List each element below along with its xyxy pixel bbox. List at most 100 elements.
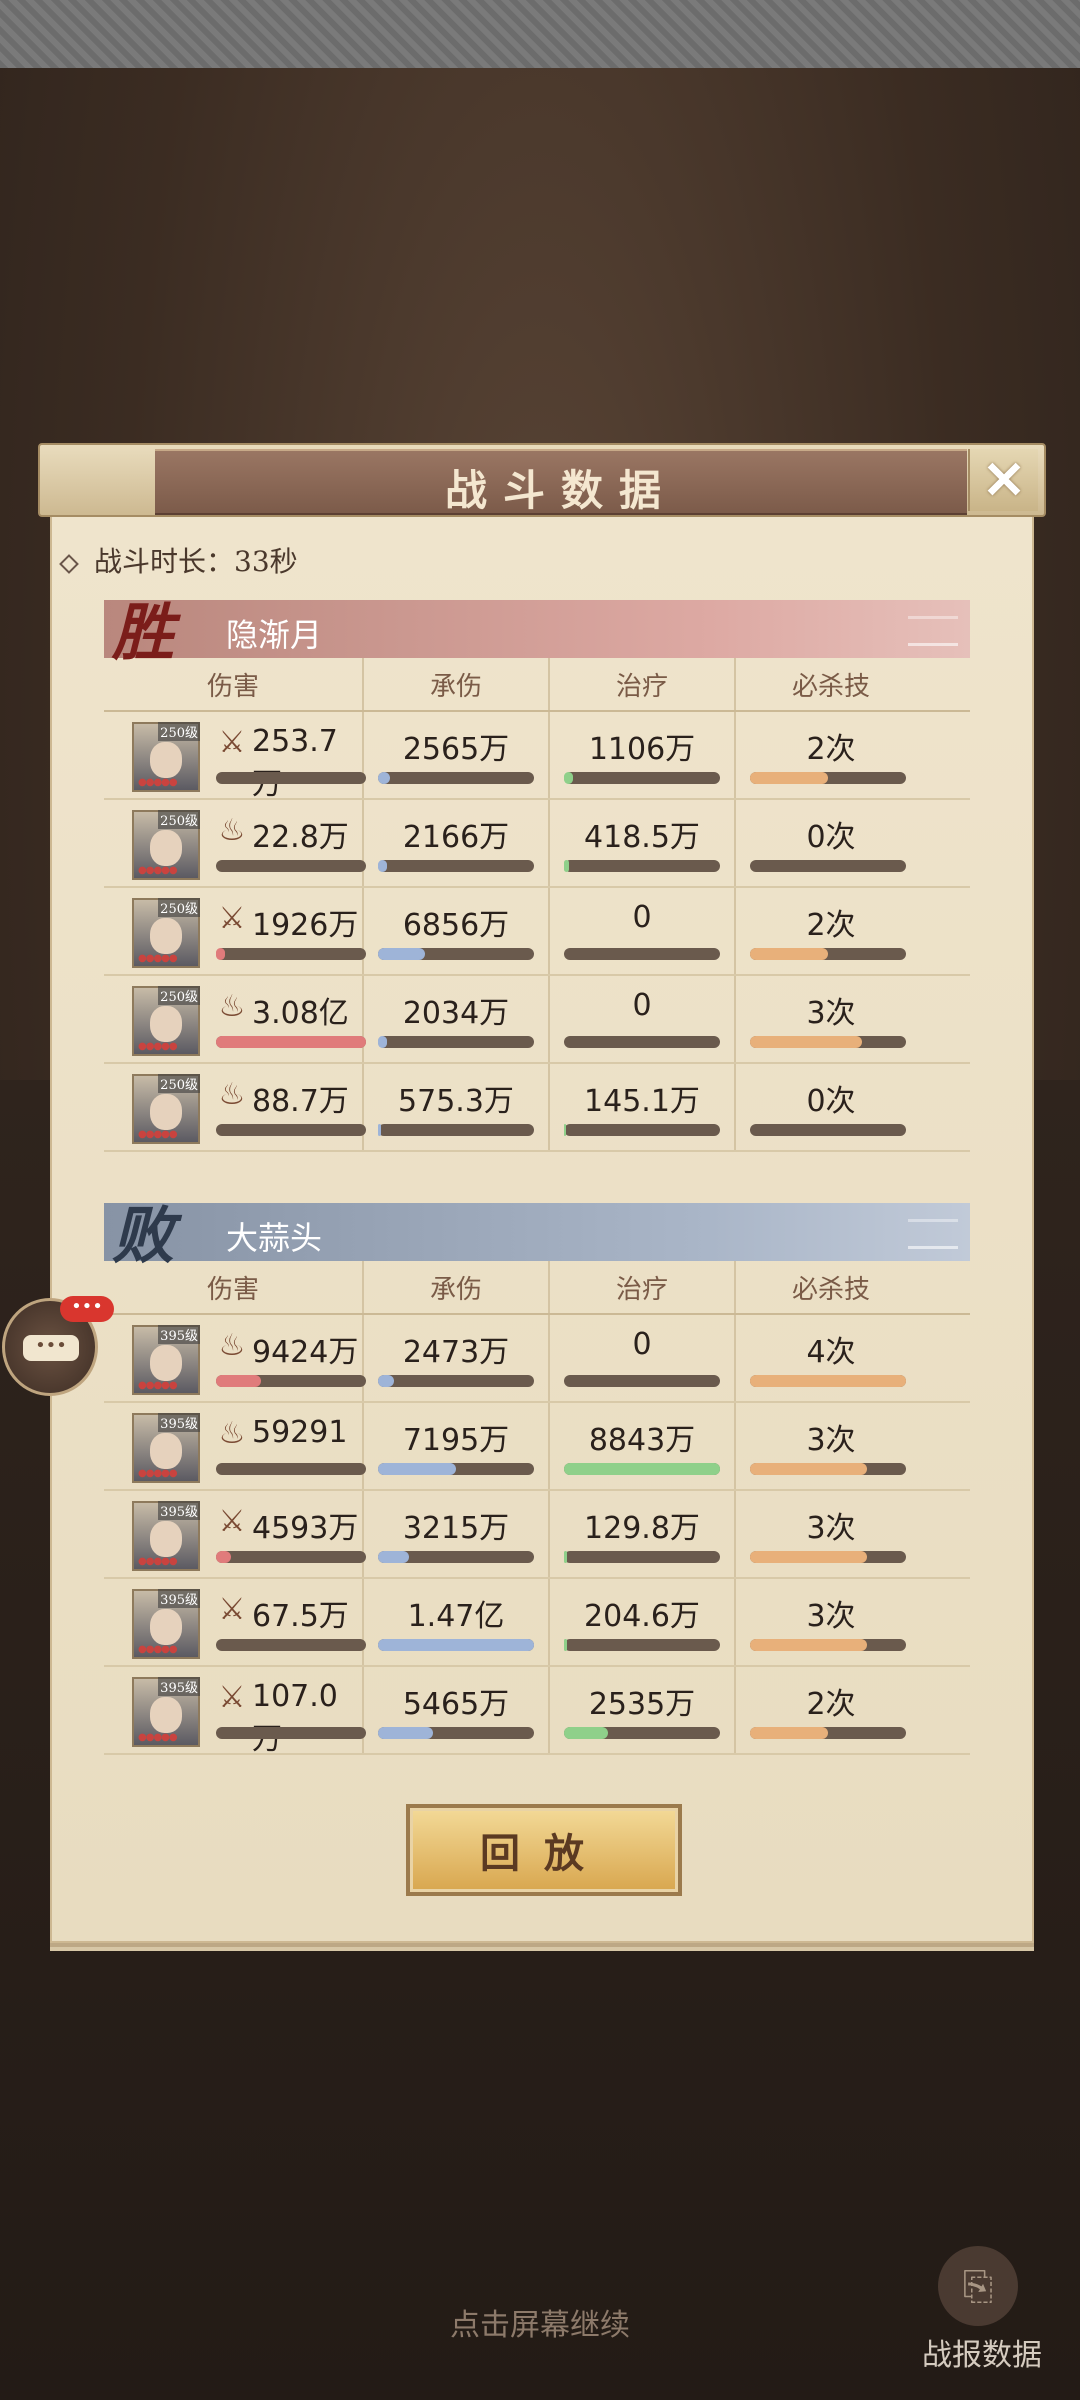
hero-avatar[interactable]: 250级 ●●●●●	[132, 898, 200, 968]
pavilion-icon	[908, 1219, 958, 1249]
fire-icon: ♨	[218, 1416, 246, 1451]
heal-bar-fill	[564, 772, 574, 784]
heal-cell: 418.5万	[550, 800, 736, 886]
damage-value: 88.7万	[252, 1084, 349, 1119]
damage-value: 1926万	[252, 908, 359, 943]
damage-bar-fill	[216, 948, 225, 960]
hero-avatar[interactable]: 250级 ●●●●●	[132, 722, 200, 792]
damage-cell: 395级 ●●●●● ⚔ 107.0万	[104, 1667, 366, 1757]
sword-icon: ⚔	[218, 1680, 246, 1715]
heal-bar-fill	[564, 1639, 568, 1651]
damage-cell: 395级 ●●●●● ♨ 9424万	[104, 1315, 366, 1401]
battle-report-label[interactable]: 战报数据	[922, 2330, 1042, 2374]
table-row[interactable]: 250级 ●●●●● ♨ 3.08亿 2034万 0 3次	[104, 976, 970, 1064]
damage-cell: 250级 ●●●●● ♨ 88.7万	[104, 1064, 366, 1150]
star-icons: ●●●●●	[138, 1380, 178, 1391]
ult-bar	[750, 1124, 906, 1136]
col-damage: 伤害	[104, 1261, 364, 1313]
pavilion-icon	[908, 616, 958, 646]
ult-bar	[750, 1463, 906, 1475]
taken-bar	[378, 860, 534, 872]
hero-portrait	[150, 918, 182, 954]
table-row[interactable]: 250级 ●●●●● ♨ 88.7万 575.3万 145.1万 0次	[104, 1064, 970, 1152]
damage-value: 4593万	[252, 1511, 359, 1546]
col-ult: 必杀技	[791, 671, 870, 702]
table-row[interactable]: 395级 ●●●●● ♨ 9424万 2473万 0 4次	[104, 1315, 970, 1403]
hero-avatar[interactable]: 395级 ●●●●●	[132, 1413, 200, 1483]
taken-value: 2565万	[402, 732, 510, 767]
chat-bubble-icon: •••	[23, 1335, 79, 1361]
battle-duration-text: 战斗时长：33秒	[94, 545, 298, 578]
ult-bar-fill	[750, 1463, 867, 1475]
ult-bar	[750, 1639, 906, 1651]
damage-value: 3.08亿	[252, 996, 349, 1031]
star-icons: ●●●●●	[138, 1732, 178, 1743]
heal-value: 145.1万	[584, 1084, 700, 1119]
taken-cell: 5465万	[364, 1667, 550, 1753]
table-row[interactable]: 395级 ●●●●● ⚔ 107.0万 5465万 2535万 2次	[104, 1667, 970, 1757]
ult-bar-fill	[750, 1551, 867, 1563]
hero-avatar[interactable]: 395级 ●●●●●	[132, 1325, 200, 1395]
ult-bar	[750, 1036, 906, 1048]
col-ult: 必杀技	[791, 1274, 870, 1305]
table-row[interactable]: 250级 ●●●●● ⚔ 1926万 6856万 0 2次	[104, 888, 970, 976]
ult-cell: 2次	[736, 712, 926, 798]
taken-cell: 7195万	[364, 1403, 550, 1489]
table-row[interactable]: 395级 ●●●●● ⚔ 4593万 3215万 129.8万 3次	[104, 1491, 970, 1579]
hero-avatar[interactable]: 250级 ●●●●●	[132, 1074, 200, 1144]
damage-cell: 395级 ●●●●● ⚔ 67.5万	[104, 1579, 366, 1665]
table-row[interactable]: 250级 ●●●●● ⚔ 253.7万 2565万 1106万 2次	[104, 712, 970, 802]
ult-cell: 2次	[736, 1667, 926, 1753]
heal-value: 0	[632, 988, 652, 1023]
panel-title-bar: 战斗数据 ✕	[38, 443, 1046, 517]
panel-title: 战斗数据	[444, 466, 677, 515]
taken-value: 2034万	[402, 996, 510, 1031]
hero-avatar[interactable]: 250级 ●●●●●	[132, 810, 200, 880]
hero-portrait	[150, 1433, 182, 1469]
loser-team-header: 败 大蒜头	[104, 1199, 970, 1272]
damage-bar	[216, 1375, 366, 1387]
close-button[interactable]: ✕	[968, 449, 1038, 511]
damage-bar	[216, 1124, 366, 1136]
hero-portrait	[150, 1609, 182, 1645]
hero-avatar[interactable]: 395级 ●●●●●	[132, 1589, 200, 1659]
table-row[interactable]: 395级 ●●●●● ♨ 59291 7195万 8843万 3次	[104, 1403, 970, 1491]
ult-cell: 0次	[736, 800, 926, 886]
ult-bar-fill	[750, 1639, 867, 1651]
hero-avatar[interactable]: 250级 ●●●●●	[132, 986, 200, 1056]
replay-button[interactable]: 回放	[406, 1804, 682, 1896]
heal-cell: 204.6万	[550, 1579, 736, 1665]
damage-cell: 250级 ●●●●● ♨ 3.08亿	[104, 976, 366, 1062]
col-damage: 伤害	[104, 658, 364, 710]
ult-bar-fill	[750, 1375, 906, 1387]
hero-portrait	[150, 1521, 182, 1557]
taken-bar	[378, 1036, 534, 1048]
heal-bar	[564, 1036, 720, 1048]
damage-cell: 395级 ●●●●● ♨ 59291	[104, 1403, 366, 1489]
taken-value: 3215万	[402, 1511, 510, 1546]
heal-bar-fill	[564, 1463, 720, 1475]
loser-stats-table: 伤害 承伤 治疗 必杀技 395级 ●●●●● ♨ 9424万 2473万 0 4次 395级…	[104, 1261, 970, 1757]
damage-bar	[216, 948, 366, 960]
chat-notification-badge: •••	[60, 1296, 114, 1322]
table-row[interactable]: 250级 ●●●●● ♨ 22.8万 2166万 418.5万 0次	[104, 800, 970, 888]
top-status-strip	[0, 0, 1080, 68]
hero-avatar[interactable]: 395级 ●●●●●	[132, 1501, 200, 1571]
hero-level: 395级	[158, 1589, 200, 1608]
heal-bar	[564, 772, 720, 784]
heal-value: 204.6万	[584, 1599, 700, 1634]
table-row[interactable]: 395级 ●●●●● ⚔ 67.5万 1.47亿 204.6万 3次	[104, 1579, 970, 1667]
star-icons: ●●●●●	[138, 1041, 178, 1052]
heal-bar-fill	[564, 1124, 566, 1136]
taken-bar-fill	[378, 1124, 382, 1136]
title-band: 战斗数据	[155, 449, 967, 515]
ult-value: 2次	[806, 732, 856, 767]
hero-avatar[interactable]: 395级 ●●●●●	[132, 1677, 200, 1747]
taken-value: 575.3万	[398, 1084, 514, 1119]
ult-value: 2次	[806, 1687, 856, 1722]
heal-bar-fill	[564, 1551, 568, 1563]
ult-value: 4次	[806, 1335, 856, 1370]
heal-bar	[564, 1551, 720, 1563]
heal-value: 1106万	[588, 732, 696, 767]
taken-value: 5465万	[402, 1687, 510, 1722]
